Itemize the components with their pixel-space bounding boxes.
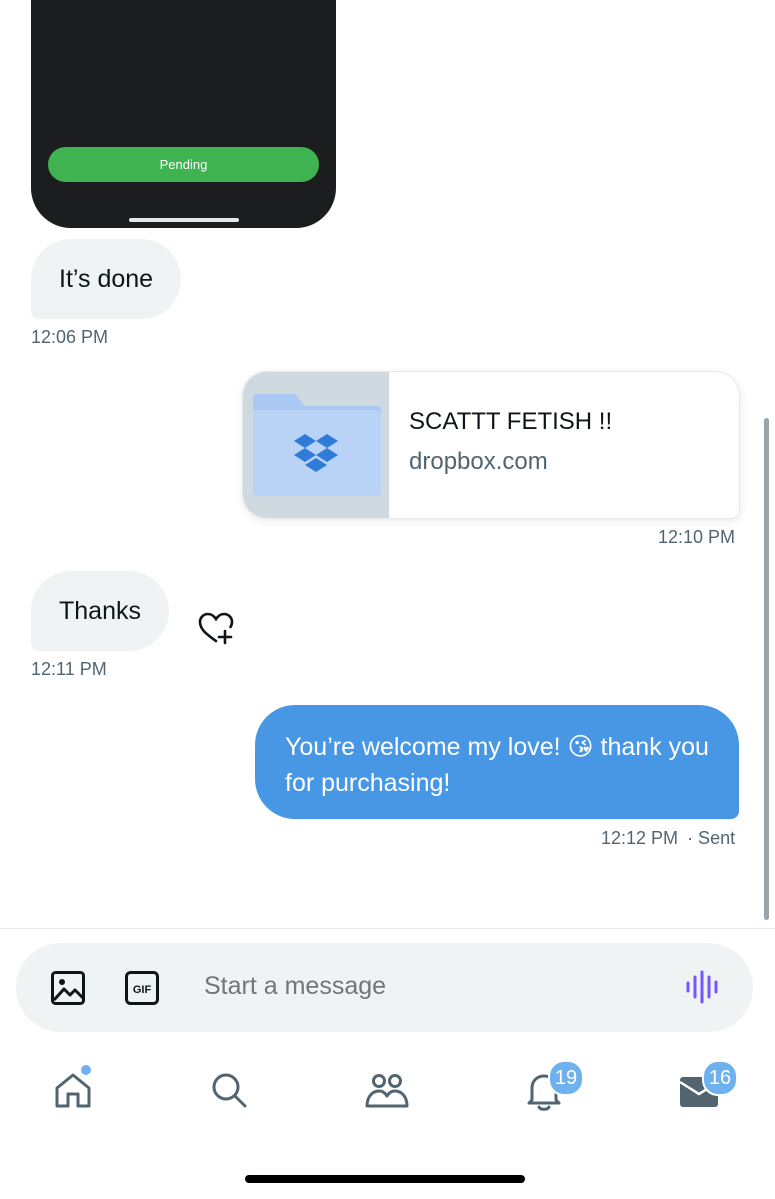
message-timestamp: 12:11 PM [31,659,107,679]
dropbox-folder-icon [253,394,381,496]
link-title: SCATTT FETISH !! [409,408,613,435]
bottom-nav: 19 16 [0,1060,775,1130]
message-timestamp: 12:10 PM [658,527,736,547]
gif-icon[interactable]: GIF [124,970,160,1011]
message-timestamp: 12:12 PM · Sent [601,828,735,849]
message-timestamp: 12:06 PM [31,327,109,347]
link-preview-card[interactable]: SCATTT FETISH !! dropbox.com [243,372,739,518]
message-bubble-received[interactable]: It’s done [31,239,182,319]
voice-message-icon[interactable] [684,969,722,1010]
message-composer: GIF [16,943,753,1032]
notifications-badge: 19 [548,1060,584,1096]
home-icon[interactable] [53,1070,93,1115]
message-bubble-sent[interactable]: You’re welcome my love! 😘 thank you for … [255,705,739,819]
home-indicator [245,1175,525,1183]
scrollbar[interactable] [764,418,769,920]
message-input[interactable] [204,972,624,1001]
timestamp-time: 12:12 PM [601,828,679,848]
message-bubble-received[interactable]: Thanks [31,571,169,651]
media-home-indicator [129,218,239,222]
add-reaction-icon[interactable] [196,610,236,646]
link-domain: dropbox.com [409,448,548,475]
link-thumbnail [243,372,389,518]
divider [0,928,775,929]
delivery-status: · Sent [687,828,736,848]
communities-icon[interactable] [364,1070,410,1115]
gif-label: GIF [133,984,152,996]
image-icon[interactable] [50,970,86,1011]
messages-badge: 16 [702,1060,738,1096]
pending-button: Pending [48,147,319,182]
search-icon[interactable] [209,1070,249,1115]
media-preview[interactable]: Pending [31,0,336,228]
